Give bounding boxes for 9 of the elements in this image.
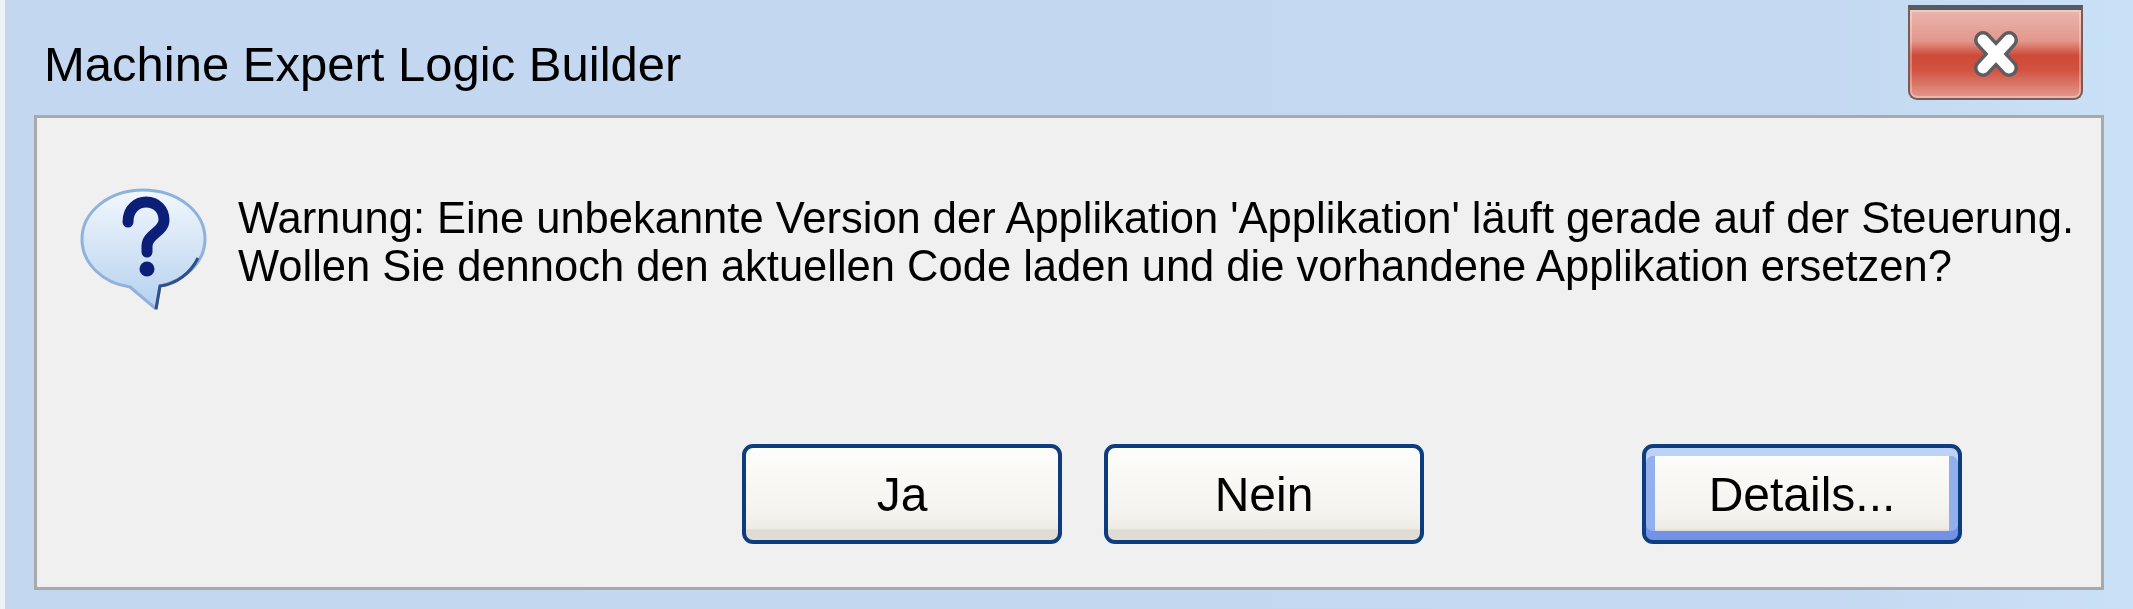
dialog-button[interactable]: Ja — [742, 444, 1062, 544]
question-bubble-icon — [80, 188, 207, 310]
window-title: Machine Expert Logic Builder — [44, 36, 682, 93]
dialog-button[interactable]: Nein — [1104, 444, 1424, 544]
details-button[interactable]: Details... — [1642, 444, 1962, 544]
close-button[interactable] — [1908, 5, 2083, 100]
message-text: Wollen Sie dennoch den aktuellen Code laden und die vorhandene Applikation ersetzen? — [238, 242, 1953, 290]
message-text: Warnung: Eine unbekannte Version der Applikation 'Applikation' läuft gerade auf der Steuerung. — [238, 194, 2074, 242]
close-icon — [1973, 31, 2018, 77]
